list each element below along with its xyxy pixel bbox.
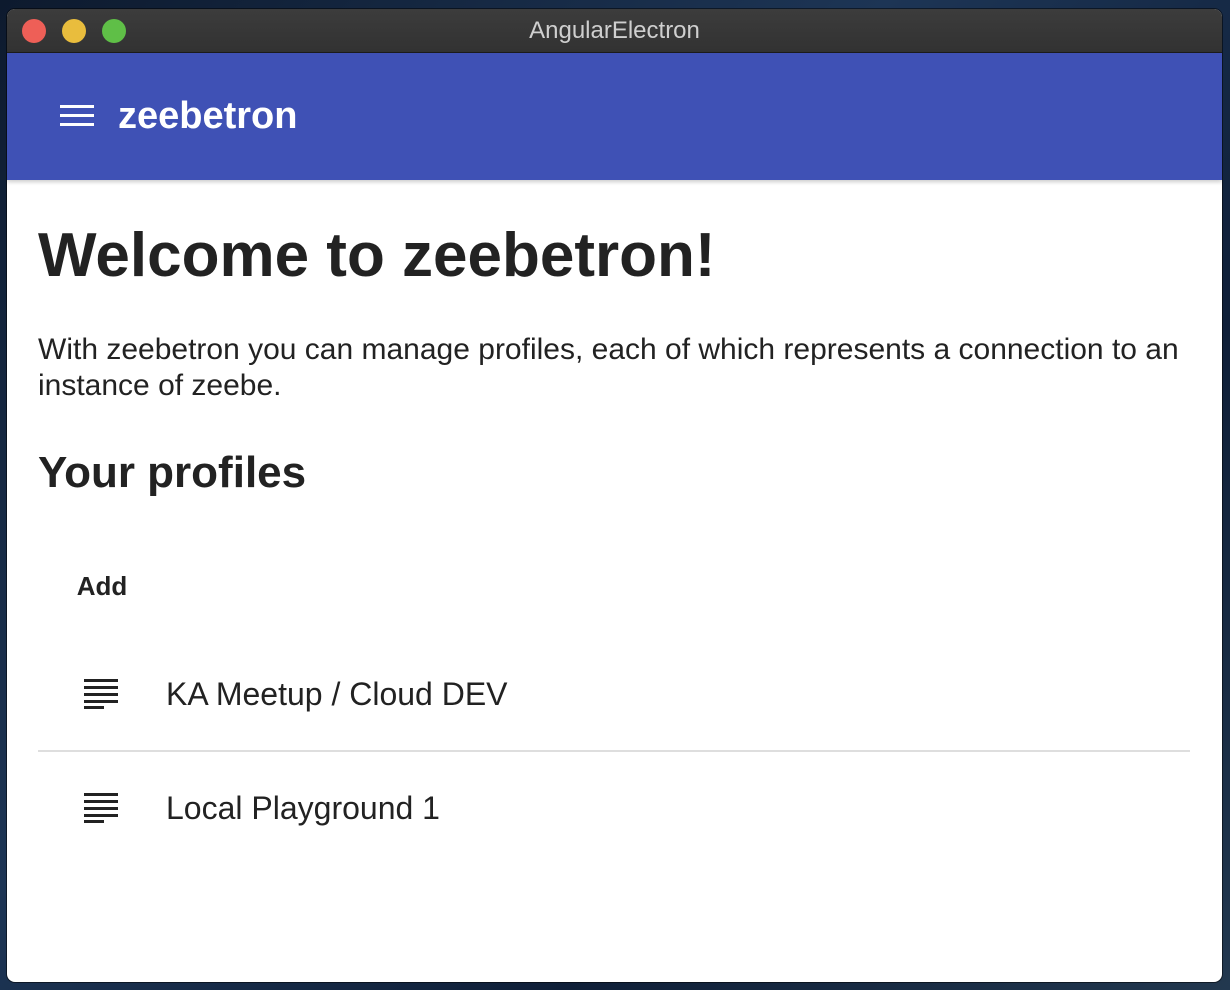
profile-name: Local Playground 1 bbox=[166, 790, 440, 826]
profile-name: KA Meetup / Cloud DEV bbox=[166, 676, 508, 712]
profiles-heading: Your profiles bbox=[38, 448, 307, 497]
profile-list: KA Meetup / Cloud DEV Local Playground 1 bbox=[38, 638, 1190, 864]
app-window: AngularElectron zeebetron Welcome to zee… bbox=[7, 9, 1222, 982]
welcome-heading: Welcome to zeebetron! bbox=[38, 221, 716, 290]
notes-icon bbox=[84, 793, 118, 823]
window-title: AngularElectron bbox=[529, 17, 700, 44]
add-profile-button[interactable]: Add bbox=[38, 558, 166, 614]
profile-item[interactable]: Local Playground 1 bbox=[38, 750, 1190, 864]
intro-text: With zeebetron you can manage profiles, … bbox=[38, 333, 1179, 402]
notes-icon bbox=[84, 679, 118, 709]
title-bar[interactable]: AngularElectron bbox=[7, 9, 1222, 53]
hamburger-menu-icon[interactable] bbox=[57, 100, 97, 132]
app-name: zeebetron bbox=[118, 95, 298, 137]
app-toolbar: zeebetron bbox=[7, 53, 1222, 180]
profile-item[interactable]: KA Meetup / Cloud DEV bbox=[38, 638, 1190, 750]
